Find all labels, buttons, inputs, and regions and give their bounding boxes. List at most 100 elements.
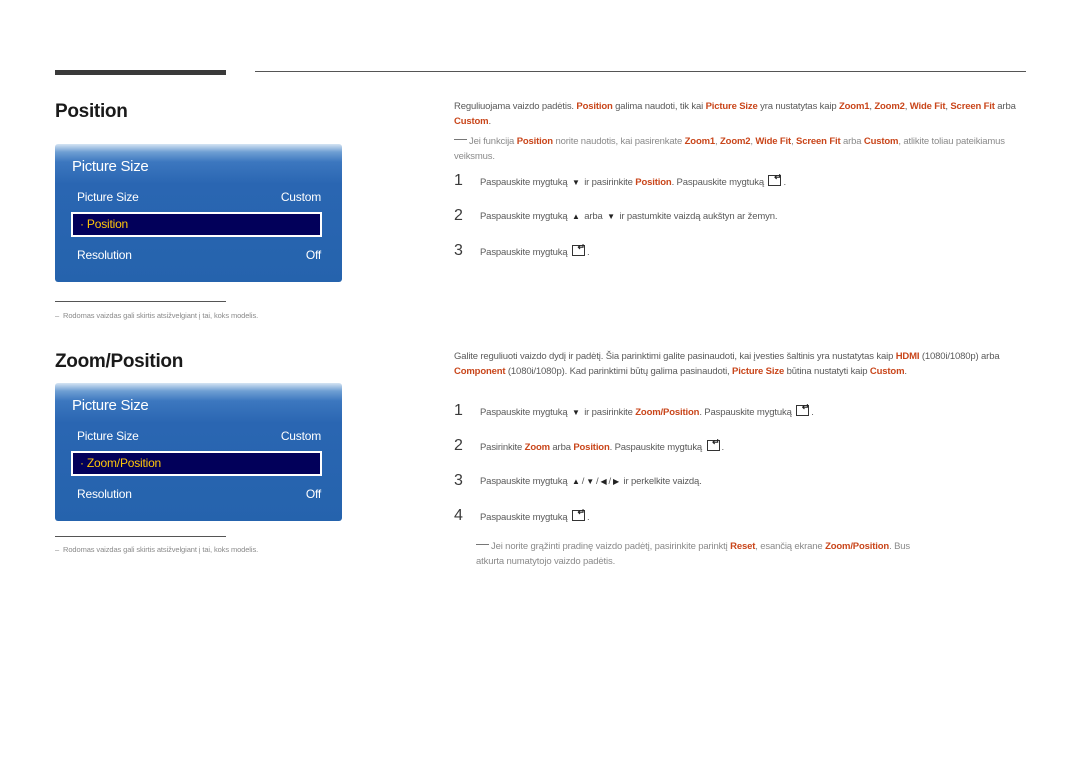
text-run: . Paspauskite mygtuką bbox=[609, 441, 705, 453]
arrow-up-icon: ▲ bbox=[571, 211, 580, 221]
step-2: 2 Pasirinkite Zoom arba Position. Paspaus… bbox=[454, 437, 724, 455]
highlight-term: Custom bbox=[863, 136, 899, 147]
note-reset: Jei norite grąžinti pradinę vaizdo padėt… bbox=[476, 540, 936, 569]
text-run: ir pasirinkite bbox=[581, 176, 636, 188]
intro-paragraph-position: Reguliuojama vaizdo padėtis. Position ga… bbox=[454, 100, 1026, 129]
text-run: Paspauskite mygtuką bbox=[480, 176, 570, 188]
text-run: arba bbox=[549, 441, 574, 453]
arrow-up-icon: ▲ bbox=[571, 476, 580, 486]
text-run: , esančią ekrane bbox=[755, 541, 826, 552]
osd-row-value: Custom bbox=[280, 429, 321, 443]
text-run: . bbox=[586, 246, 590, 258]
highlight-term: Zoom1 bbox=[838, 101, 870, 112]
osd-row-position-selected[interactable]: · Position bbox=[71, 212, 322, 237]
text-run: Paspauskite mygtuką bbox=[480, 511, 570, 523]
note-text: Jei norite grąžinti pradinę vaizdo padėt… bbox=[476, 541, 910, 567]
step-number: 2 bbox=[454, 437, 463, 454]
arrow-right-icon: ▶ bbox=[613, 476, 620, 486]
step-text: Paspauskite mygtuką . bbox=[480, 507, 590, 523]
footnote: – Rodomas vaizdas gali skirtis atsižvelg… bbox=[55, 545, 258, 554]
step-number: 1 bbox=[454, 402, 463, 419]
osd-picture-size-menu: Picture Size Picture Size Custom · Posit… bbox=[55, 144, 342, 282]
text-run: . bbox=[811, 406, 814, 418]
highlight-term: Zoom2 bbox=[874, 101, 905, 112]
highlight-term: Component bbox=[454, 365, 506, 377]
header-rule-thin bbox=[255, 71, 1026, 72]
footnote-rule bbox=[55, 536, 226, 537]
osd-row-value: Off bbox=[305, 487, 321, 501]
highlight-term: Zoom/Position bbox=[825, 541, 890, 552]
osd-row-value: Off bbox=[305, 248, 321, 262]
step-3: 3 Paspauskite mygtuką . bbox=[454, 242, 590, 260]
footnote-text: Rodomas vaizdas gali skirtis atsižvelgia… bbox=[63, 545, 259, 554]
highlight-term: Zoom1 bbox=[684, 136, 716, 147]
text-run: Paspauskite mygtuką bbox=[480, 246, 570, 258]
footnote-dash: – bbox=[55, 311, 64, 320]
highlight-term: Zoom2 bbox=[720, 136, 751, 147]
text-run: Paspauskite mygtuką bbox=[480, 475, 570, 487]
osd-title: Picture Size bbox=[72, 158, 149, 175]
osd-picture-size-menu: Picture Size Picture Size Custom · Zoom/… bbox=[55, 383, 342, 521]
text-run: Paspauskite mygtuką bbox=[480, 406, 570, 418]
enter-button-icon bbox=[571, 242, 585, 256]
step-1: 1 Paspauskite mygtuką ▼ ir pasirinkite Zo… bbox=[454, 402, 814, 420]
osd-row-resolution[interactable]: Resolution Off bbox=[77, 248, 321, 262]
osd-row-resolution[interactable]: Resolution Off bbox=[77, 487, 321, 501]
intro-paragraph-zoom-position: Galite reguliuoti vaizdo dydį ir padėtį.… bbox=[454, 350, 1026, 379]
text-run: Galite reguliuoti vaizdo dydį ir padėtį.… bbox=[454, 351, 896, 362]
step-text: Paspauskite mygtuką . bbox=[480, 242, 590, 258]
footnote-rule bbox=[55, 301, 226, 302]
highlight-term: Wide Fit bbox=[755, 136, 792, 147]
osd-row-picture-size[interactable]: Picture Size Custom bbox=[77, 429, 321, 443]
highlight-term: Position bbox=[635, 176, 672, 188]
osd-row-picture-size[interactable]: Picture Size Custom bbox=[77, 190, 321, 204]
text-run: (1080i/1080p) arba bbox=[919, 351, 1000, 362]
text-run: galima naudoti, tik kai bbox=[612, 101, 706, 112]
footnote-text: Rodomas vaizdas gali skirtis atsižvelgia… bbox=[63, 311, 259, 320]
text-run: . Paspauskite mygtuką bbox=[671, 176, 767, 188]
step-number: 1 bbox=[454, 172, 463, 189]
step-4: 4 Paspauskite mygtuką . bbox=[454, 507, 590, 525]
text-run: (1080i/1080p). Kad parinktimi būtų galim… bbox=[505, 365, 733, 377]
step-text: Paspauskite mygtuką ▲ / ▼ / ◀ / ▶ ir perkelkit… bbox=[480, 476, 702, 487]
enter-button-icon bbox=[706, 437, 720, 451]
note-dash bbox=[454, 139, 467, 140]
text-run: ir pasirinkite bbox=[581, 406, 636, 418]
step-number: 3 bbox=[454, 472, 463, 489]
osd-row-zoom-position-selected[interactable]: · Zoom/Position bbox=[71, 451, 322, 476]
text-run: . bbox=[783, 176, 786, 188]
highlight-term: Screen Fit bbox=[950, 101, 995, 112]
text-run: . bbox=[721, 441, 725, 453]
highlight-term: Custom bbox=[454, 115, 489, 127]
highlight-term: Picture Size bbox=[705, 101, 758, 112]
step-text: Pasirinkite Zoom arba Position. Paspausk… bbox=[480, 437, 725, 453]
text-run: norite naudotis, kai pasirenkate bbox=[552, 136, 685, 147]
footnote: – Rodomas vaizdas gali skirtis atsižvelg… bbox=[55, 311, 258, 320]
osd-row-label: Resolution bbox=[77, 248, 132, 262]
step-2: 2 Paspauskite mygtuką ▲ arba ▼ ir pastumk… bbox=[454, 207, 778, 225]
text-run: ir pastumkite vaizdą aukštyn ar žemyn. bbox=[616, 210, 778, 222]
text-run: / bbox=[581, 475, 585, 487]
step-number: 4 bbox=[454, 507, 463, 524]
text-run: / bbox=[608, 475, 612, 487]
highlight-term: Screen Fit bbox=[796, 136, 841, 147]
step-number: 3 bbox=[454, 242, 463, 259]
text-run: . bbox=[586, 511, 590, 523]
text-run: . bbox=[904, 365, 907, 377]
step-number: 2 bbox=[454, 207, 463, 224]
text-run: Jei norite grąžinti pradinę vaizdo padėt… bbox=[491, 541, 731, 552]
highlight-term: Zoom bbox=[524, 441, 550, 453]
section-title-zoom-position: Zoom/Position bbox=[55, 351, 184, 372]
text-run: . bbox=[488, 115, 491, 127]
header-rule-thick bbox=[55, 70, 226, 75]
highlight-term: Position bbox=[576, 101, 613, 112]
highlight-term: Position bbox=[573, 441, 610, 453]
highlight-term: Reset bbox=[730, 541, 756, 552]
note-dash bbox=[476, 544, 489, 545]
enter-button-icon bbox=[571, 507, 585, 521]
highlight-term: Zoom/Position bbox=[635, 406, 700, 418]
highlight-term: Wide Fit bbox=[909, 101, 946, 112]
text-run: Reguliuojama vaizdo padėtis. bbox=[454, 101, 577, 112]
text-run: būtina nustatyti kaip bbox=[784, 365, 870, 377]
arrow-left-icon: ◀ bbox=[600, 476, 607, 486]
